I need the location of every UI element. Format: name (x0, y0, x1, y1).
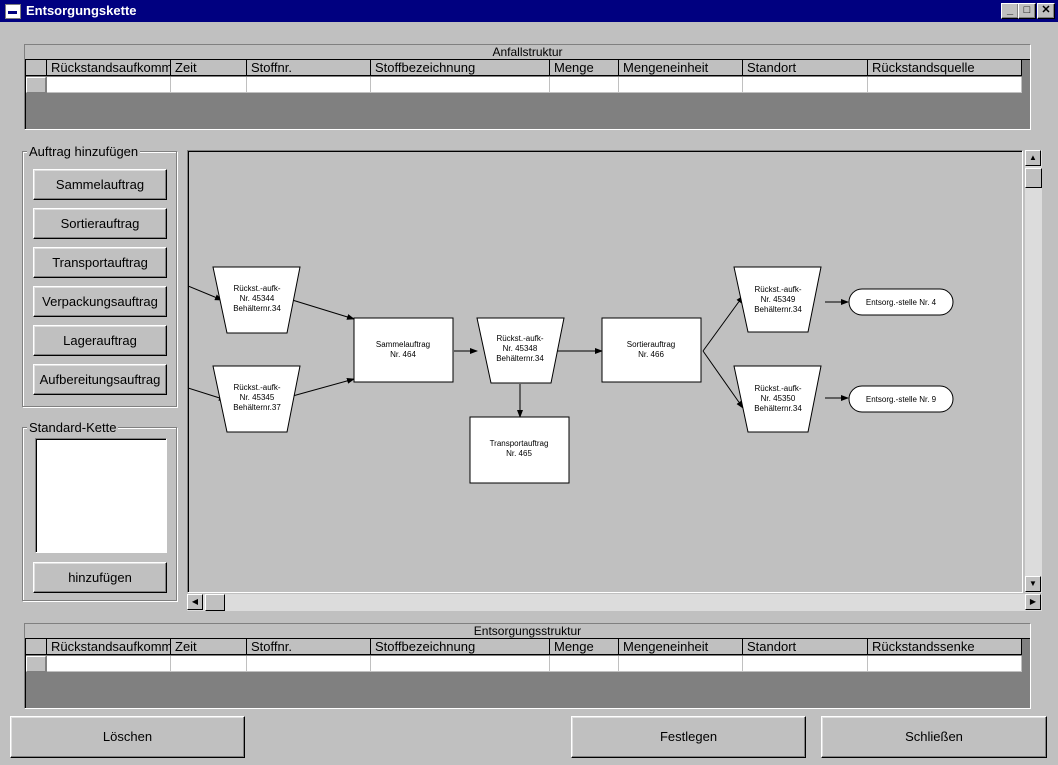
t2-line1: Rückst.-aufk- (233, 383, 280, 392)
column-header[interactable]: Stoffbezeichnung (371, 60, 550, 76)
column-header[interactable]: Mengeneinheit (619, 60, 743, 76)
column-header[interactable]: Stoffnr. (247, 60, 371, 76)
process-chain-diagram: Rückst.-aufk- Nr. 45344 Behälternr.34 Rü… (188, 266, 954, 484)
column-header[interactable]: Mengeneinheit (619, 639, 743, 655)
grid-cell[interactable] (247, 656, 371, 672)
app-icon (5, 4, 21, 19)
transport-line1: Transportauftrag (490, 439, 549, 448)
scroll-left-icon[interactable]: ◀ (187, 594, 203, 610)
hinzufuegen-button[interactable]: hinzufügen (33, 562, 167, 593)
edge-sortier-t4 (702, 295, 744, 352)
sammel-line2: Nr. 464 (390, 350, 416, 359)
t2-line2: Nr. 45345 (240, 393, 275, 402)
auftrag-group-label: Auftrag hinzufügen (27, 144, 141, 159)
edge-t1-sammel (288, 298, 355, 320)
sammelauftrag-button[interactable]: Sammelauftrag (33, 169, 167, 200)
transportauftrag-button[interactable]: Transportauftrag (33, 247, 167, 278)
t5-line3: Behälternr.34 (754, 404, 802, 413)
lagerauftrag-button[interactable]: Lagerauftrag (33, 325, 167, 356)
grid-cell[interactable] (868, 656, 1022, 672)
anfall-grid[interactable]: Anfallstruktur Rückstandsaufkomm Zeit Stof… (24, 44, 1031, 130)
standard-kette-list[interactable] (35, 438, 167, 553)
grid-cell[interactable] (619, 656, 743, 672)
window-title: Entsorgungskette (26, 3, 137, 18)
title-bar: Entsorgungskette _ □ ✕ (0, 0, 1058, 22)
standard-kette-label: Standard-Kette (27, 420, 119, 435)
standard-kette-group: Standard-Kette hinzufügen (22, 420, 177, 601)
sortierauftrag-button[interactable]: Sortierauftrag (33, 208, 167, 239)
entsorg-9-label: Entsorg.-stelle Nr. 9 (866, 395, 937, 404)
maximize-button[interactable]: □ (1018, 3, 1036, 19)
scroll-up-icon[interactable]: ▲ (1025, 150, 1041, 166)
sortier-line1: Sortierauftrag (627, 340, 675, 349)
entsorgung-grid[interactable]: Entsorgungsstruktur Rückstandsaufkomm Zei… (24, 623, 1031, 709)
t1-line3: Behälternr.34 (233, 304, 281, 313)
column-header[interactable]: Rückstandssenke (868, 639, 1022, 655)
t3-line3: Behälternr.34 (496, 354, 544, 363)
t2-line3: Behälternr.37 (233, 403, 281, 412)
row-selector[interactable] (26, 77, 46, 93)
edge-t2-sammel (288, 377, 355, 398)
t4-line3: Behälternr.34 (754, 305, 802, 314)
column-header[interactable]: Standort (743, 60, 868, 76)
t5-line2: Nr. 45350 (761, 394, 796, 403)
t4-line2: Nr. 45349 (761, 295, 796, 304)
column-header[interactable]: Menge (550, 639, 619, 655)
vertical-scroll-thumb[interactable] (1025, 168, 1042, 188)
auftrag-group: Auftrag hinzufügen Sammelauftrag Sortier… (22, 144, 177, 407)
grid-corner (26, 639, 47, 655)
grid-cell[interactable] (247, 77, 371, 93)
festlegen-button[interactable]: Festlegen (571, 716, 806, 758)
anfall-grid-caption: Anfallstruktur (25, 45, 1030, 60)
column-header[interactable]: Zeit (171, 639, 247, 655)
grid-cell[interactable] (550, 656, 619, 672)
column-header[interactable]: Zeit (171, 60, 247, 76)
vertical-scrollbar[interactable]: ▲ ▼ (1025, 150, 1042, 593)
scroll-right-icon[interactable]: ▶ (1025, 594, 1041, 610)
t3-line1: Rückst.-aufk- (496, 334, 543, 343)
grid-cell[interactable] (619, 77, 743, 93)
grid-cell[interactable] (868, 77, 1022, 93)
grid-cell[interactable] (743, 77, 868, 93)
grid-cell[interactable] (743, 656, 868, 672)
grid-cell[interactable] (371, 656, 550, 672)
edge-in-1 (188, 285, 223, 301)
column-header[interactable]: Stoffnr. (247, 639, 371, 655)
schliessen-button[interactable]: Schließen (821, 716, 1047, 758)
grid-cell[interactable] (47, 656, 171, 672)
diagram-canvas[interactable]: Rückst.-aufk- Nr. 45344 Behälternr.34 Rü… (187, 150, 1023, 593)
horizontal-scrollbar[interactable]: ◀ ▶ (187, 594, 1042, 611)
grid-corner (26, 60, 47, 76)
t5-line1: Rückst.-aufk- (754, 384, 801, 393)
row-selector[interactable] (26, 656, 46, 672)
grid-cell[interactable] (171, 77, 247, 93)
column-header[interactable]: Menge (550, 60, 619, 76)
aufbereitungsauftrag-button[interactable]: Aufbereitungsauftrag (33, 364, 167, 395)
column-header[interactable]: Rückstandsquelle (868, 60, 1022, 76)
grid-cell[interactable] (371, 77, 550, 93)
entsorgung-grid-caption: Entsorgungsstruktur (25, 624, 1030, 639)
verpackungsauftrag-button[interactable]: Verpackungsauftrag (33, 286, 167, 317)
entsorg-4-label: Entsorg.-stelle Nr. 4 (866, 298, 937, 307)
grid-cell[interactable] (171, 656, 247, 672)
grid-cell[interactable] (550, 77, 619, 93)
grid-cell[interactable] (47, 77, 171, 93)
sortier-line2: Nr. 466 (638, 350, 664, 359)
column-header[interactable]: Rückstandsaufkomm (47, 60, 171, 76)
column-header[interactable]: Stoffbezeichnung (371, 639, 550, 655)
t4-line1: Rückst.-aufk- (754, 285, 801, 294)
transport-line2: Nr. 465 (506, 449, 532, 458)
t1-line1: Rückst.-aufk- (233, 284, 280, 293)
horizontal-scroll-thumb[interactable] (205, 594, 225, 611)
loeschen-button[interactable]: Löschen (10, 716, 245, 758)
close-button[interactable]: ✕ (1037, 3, 1055, 19)
scroll-down-icon[interactable]: ▼ (1025, 576, 1041, 592)
sammel-line1: Sammelauftrag (376, 340, 430, 349)
column-header[interactable]: Rückstandsaufkomm (47, 639, 171, 655)
t3-line2: Nr. 45348 (503, 344, 538, 353)
t1-line2: Nr. 45344 (240, 294, 275, 303)
minimize-button[interactable]: _ (1001, 3, 1019, 19)
column-header[interactable]: Standort (743, 639, 868, 655)
